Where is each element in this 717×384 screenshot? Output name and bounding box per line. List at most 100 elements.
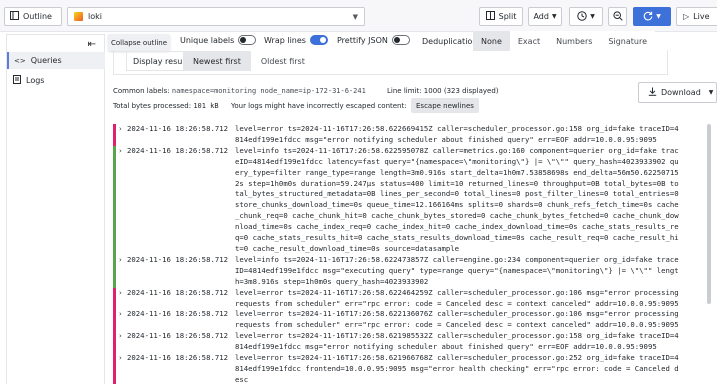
log-message: level=error ts=2024-11-16T17:26:58.62246… [235,287,679,308]
log-message: level=info ts=2024-11-16T17:26:58.622595… [235,145,679,253]
unique-labels-label: Unique labels [180,35,235,45]
log-level-indicator [113,287,116,310]
expand-chevron-icon[interactable]: › [119,288,127,310]
zoom-out-icon [612,10,623,23]
play-icon: ▷ [683,12,690,21]
time-picker-button[interactable]: ▼ [569,7,603,26]
prettify-json-label: Prettify JSON [337,35,388,45]
download-icon [648,87,657,98]
outline-item-logs[interactable]: Logs [7,72,105,89]
total-bytes: Total bytes processed: 101 kB [113,102,219,110]
dedup-option-none[interactable]: None [473,31,510,51]
expand-chevron-icon[interactable]: › [119,331,127,353]
explore-toolbar: Outline loki ▼ Split Add ▼ ▼ ▼ ▷ Live [0,0,717,32]
log-timestamp: 2024-11-16 18:26:58.712 [127,254,229,264]
loki-logo-icon [74,12,83,21]
outline-item-label: Logs [26,76,45,85]
log-row[interactable]: › 2024-11-16 18:26:58.712 level=error ts=2… [113,124,681,146]
log-message: level=info ts=2024-11-16T17:26:58.622473… [235,254,679,286]
log-message: level=error ts=2024-11-16T17:26:58.62266… [235,124,679,144]
live-button[interactable]: ▷ Live [676,7,717,26]
datasource-name: loki [88,12,102,21]
deduplication-label: Deduplication [422,36,478,46]
sort-newest-first[interactable]: Newest first [183,51,251,71]
wrap-lines-label: Wrap lines [264,35,306,45]
log-level-indicator [113,254,116,288]
prettify-json-option: Prettify JSON [337,35,410,45]
log-timestamp: 2024-11-16 18:26:58.712 [127,287,229,297]
outline-item-queries[interactable]: <> Queries [7,52,105,69]
dedup-option-exact[interactable]: Exact [510,31,548,51]
log-lines: › 2024-11-16 18:26:58.712 level=error ts=2… [113,124,681,384]
log-message: level=error ts=2024-11-16T17:26:58.62196… [235,353,679,384]
escape-newlines-button[interactable]: Escape newlines [411,98,479,113]
log-level-indicator [113,353,116,384]
outline-item-label: Queries [30,56,62,65]
split-label: Split [498,12,517,21]
log-row[interactable]: › 2024-11-16 18:26:58.712 level=error ts=2… [113,331,681,354]
split-button[interactable]: Split [479,7,523,26]
common-labels: Common labels: namespace=monitoring node… [113,87,366,95]
download-button[interactable]: Download ▼ [638,82,717,103]
expand-chevron-icon[interactable]: › [119,255,127,288]
sort-oldest-first[interactable]: Oldest first [251,51,315,71]
sort-order-selector: Newest first Oldest first [183,51,315,71]
total-bytes-value: 101 kB [193,102,219,110]
unique-labels-option: Unique labels [180,35,257,45]
line-limit: Line limit: 1000 (323 displayed) [387,87,499,95]
common-labels-value: namespace=monitoring node_name=ip-172-31… [171,87,366,95]
escape-warning: Your logs might have incorrectly escaped… [231,102,407,110]
unique-labels-toggle[interactable] [238,35,257,45]
common-labels-label: Common labels: [113,87,170,95]
dedup-option-numbers[interactable]: Numbers [548,31,600,51]
outline-icon [10,11,19,22]
wrap-lines-toggle[interactable] [309,35,328,45]
datasource-picker[interactable]: loki ▼ [67,7,365,26]
outline-button[interactable]: Outline [4,7,62,26]
log-level-indicator [113,124,116,146]
add-label: Add [533,12,549,21]
dedup-option-signature[interactable]: Signature [600,31,655,51]
deduplication-selector: None Exact Numbers Signature [473,31,656,51]
document-icon [13,75,21,86]
log-level-indicator [113,331,116,354]
chevron-down-icon: ▼ [590,13,595,20]
log-timestamp: 2024-11-16 18:26:58.712 [127,145,229,155]
log-timestamp: 2024-11-16 18:26:58.712 [127,309,229,319]
add-button[interactable]: Add ▼ [528,7,562,26]
log-row[interactable]: › 2024-11-16 18:26:58.712 level=info ts=20… [113,254,681,288]
log-row[interactable]: › 2024-11-16 18:26:58.712 level=error ts=2… [113,309,681,332]
expand-chevron-icon[interactable]: › [119,309,127,331]
code-icon: <> [14,56,26,65]
wrap-lines-option: Wrap lines [264,35,328,45]
log-row[interactable]: › 2024-11-16 18:26:58.712 level=info ts=20… [113,145,681,255]
expand-chevron-icon[interactable]: › [119,124,127,146]
download-label: Download [661,88,701,97]
log-timestamp: 2024-11-16 18:26:58.712 [127,331,229,341]
live-label: Live [693,12,710,21]
log-timestamp: 2024-11-16 18:26:58.712 [127,353,229,363]
zoom-out-button[interactable] [608,7,627,26]
log-row[interactable]: › 2024-11-16 18:26:58.712 level=error ts=2… [113,287,681,310]
collapse-outline-tooltip: Collapse outline [108,34,170,51]
outline-label: Outline [23,12,52,21]
chevron-down-icon: ▼ [352,13,358,21]
log-message: level=error ts=2024-11-16T17:26:58.62198… [235,331,679,352]
chevron-down-icon: ▼ [656,13,661,20]
clock-icon [577,10,587,23]
log-level-indicator [113,145,116,255]
log-timestamp: 2024-11-16 18:26:58.712 [127,124,229,133]
split-icon [485,11,495,22]
content-outline: ⇤ <> Queries Logs [6,34,105,384]
expand-chevron-icon[interactable]: › [119,353,127,384]
total-bytes-label: Total bytes processed: [113,102,192,110]
collapse-outline-icon[interactable]: ⇤ [88,39,96,50]
expand-chevron-icon[interactable]: › [119,146,127,255]
log-level-indicator [113,309,116,332]
refresh-icon [643,11,653,23]
log-message: level=error ts=2024-11-16T17:26:58.62213… [235,309,679,330]
refresh-button[interactable]: ▼ [633,7,671,26]
log-row[interactable]: › 2024-11-16 18:26:58.712 level=error ts=2… [113,353,681,384]
log-scrollbar[interactable] [707,124,711,304]
prettify-json-toggle[interactable] [391,35,410,45]
